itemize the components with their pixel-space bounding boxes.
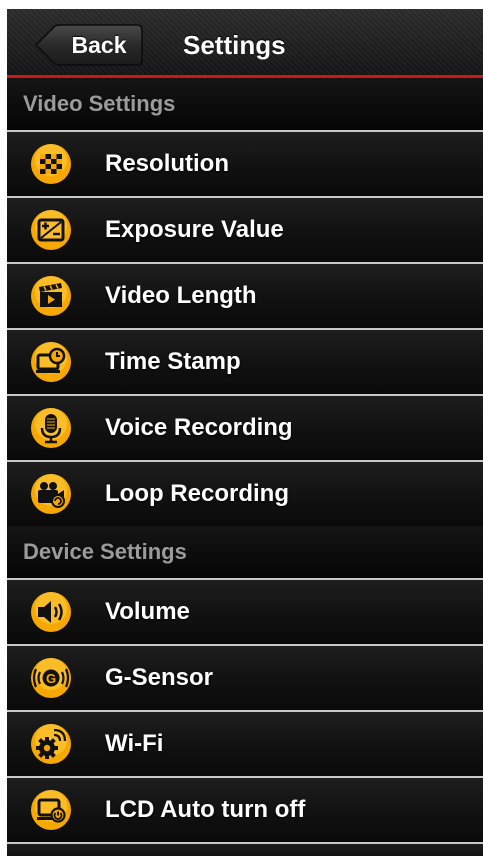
page-title: Settings bbox=[183, 30, 286, 60]
settings-row-video-length[interactable]: Video Length bbox=[7, 262, 483, 328]
microphone-icon bbox=[31, 408, 71, 448]
exposure-icon bbox=[31, 210, 71, 250]
settings-row-voice-recording[interactable]: Voice Recording bbox=[7, 394, 483, 460]
g-sensor-icon: G bbox=[31, 658, 71, 698]
settings-row-label: Loop Recording bbox=[105, 480, 289, 507]
resolution-icon bbox=[31, 144, 71, 184]
section-header-device-settings: Device Settings bbox=[7, 526, 483, 578]
navigation-bar: Back Settings bbox=[7, 9, 483, 78]
settings-row-label: Volume bbox=[105, 598, 190, 625]
settings-row-partial[interactable] bbox=[7, 842, 483, 856]
settings-row-label: LCD Auto turn off bbox=[105, 796, 306, 823]
settings-row-label: Resolution bbox=[105, 150, 229, 177]
section-header-video-settings: Video Settings bbox=[7, 78, 483, 130]
settings-screen: Back Settings Video Settings Resolution bbox=[7, 9, 483, 856]
lcd-power-icon bbox=[31, 790, 71, 830]
wifi-gear-icon bbox=[31, 724, 71, 764]
settings-row-loop-recording[interactable]: Loop Recording bbox=[7, 460, 483, 526]
settings-row-label: Wi-Fi bbox=[105, 730, 164, 757]
speaker-icon bbox=[31, 592, 71, 632]
settings-row-label: Video Length bbox=[105, 282, 257, 309]
settings-row-time-stamp[interactable]: Time Stamp bbox=[7, 328, 483, 394]
svg-text:G: G bbox=[46, 671, 56, 686]
back-button-label: Back bbox=[71, 32, 127, 58]
time-stamp-icon bbox=[31, 342, 71, 382]
settings-row-label: G-Sensor bbox=[105, 664, 214, 691]
settings-row-label: Time Stamp bbox=[105, 348, 241, 375]
settings-row-lcd-auto-turn-off[interactable]: LCD Auto turn off bbox=[7, 776, 483, 842]
clapperboard-icon bbox=[31, 276, 71, 316]
settings-row-volume[interactable]: Volume bbox=[7, 578, 483, 644]
loop-camera-icon bbox=[31, 474, 71, 514]
back-button[interactable]: Back bbox=[35, 24, 143, 66]
settings-row-g-sensor[interactable]: G G-Sensor bbox=[7, 644, 483, 710]
settings-row-exposure-value[interactable]: Exposure Value bbox=[7, 196, 483, 262]
settings-row-resolution[interactable]: Resolution bbox=[7, 130, 483, 196]
settings-row-label: Voice Recording bbox=[105, 414, 293, 441]
settings-row-label: Exposure Value bbox=[105, 216, 284, 243]
settings-row-wi-fi[interactable]: Wi-Fi bbox=[7, 710, 483, 776]
